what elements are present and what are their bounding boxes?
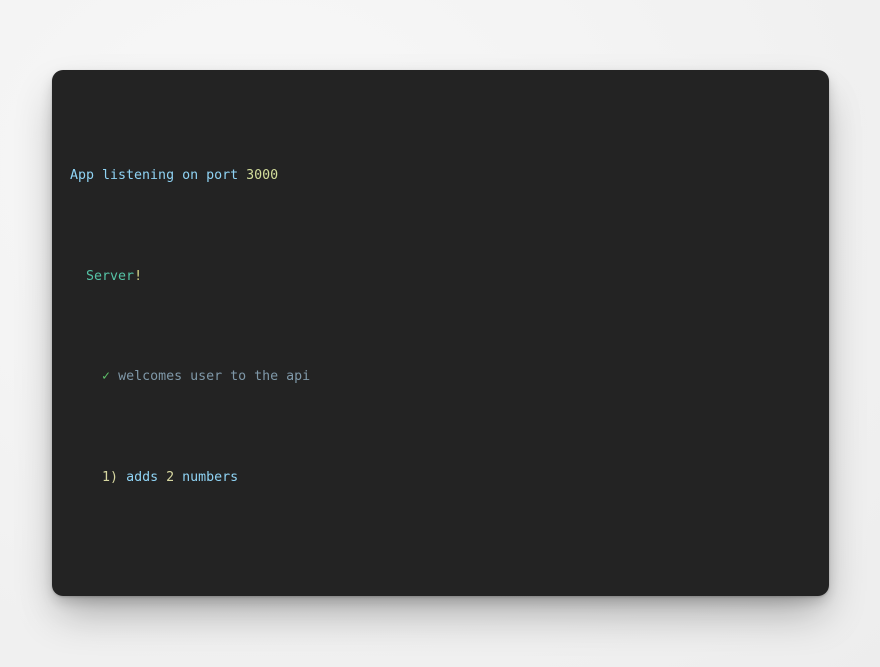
startup-line: App listening on port 3000: [70, 166, 811, 186]
terminal-window[interactable]: App listening on port 3000 Server! ✓ wel…: [52, 70, 829, 596]
test-failed-title-post: numbers: [174, 469, 239, 485]
suite-title-line: Server!: [70, 267, 811, 287]
test-passed-line: ✓ welcomes user to the api: [70, 367, 811, 387]
test-failed-index: 1): [102, 469, 119, 485]
suite-name: Server: [86, 268, 135, 284]
startup-port: 3000: [246, 168, 279, 184]
test-passed-title: welcomes user to the api: [118, 369, 311, 385]
console-output: App listening on port 3000 Server! ✓ wel…: [70, 86, 811, 596]
check-icon: ✓: [102, 369, 111, 385]
page-background: App listening on port 3000 Server! ✓ wel…: [0, 0, 880, 667]
test-failed-title-num: 2: [166, 469, 175, 485]
test-failed-line: 1) adds 2 numbers: [70, 468, 811, 488]
startup-message: App listening on port: [70, 168, 247, 184]
suite-bang: !: [134, 268, 143, 284]
test-failed-title-pre: adds: [126, 469, 167, 485]
